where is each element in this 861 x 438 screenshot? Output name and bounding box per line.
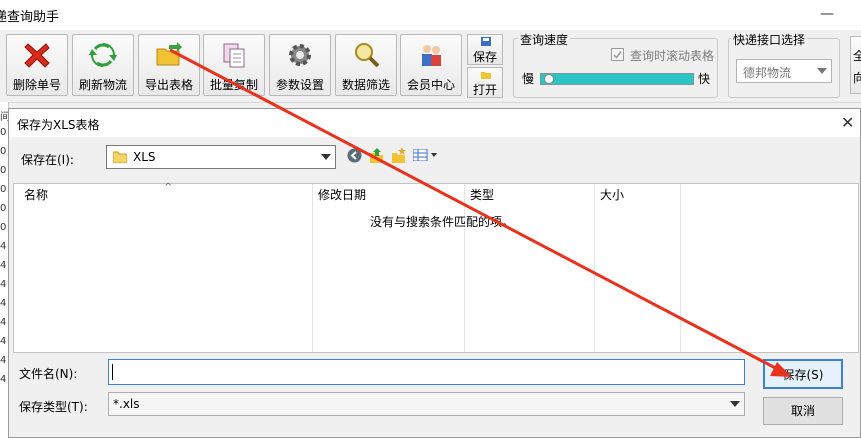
annotation-arrow xyxy=(169,48,792,377)
annotation-arrow-line xyxy=(169,48,784,374)
arrow-head-icon xyxy=(770,362,792,377)
